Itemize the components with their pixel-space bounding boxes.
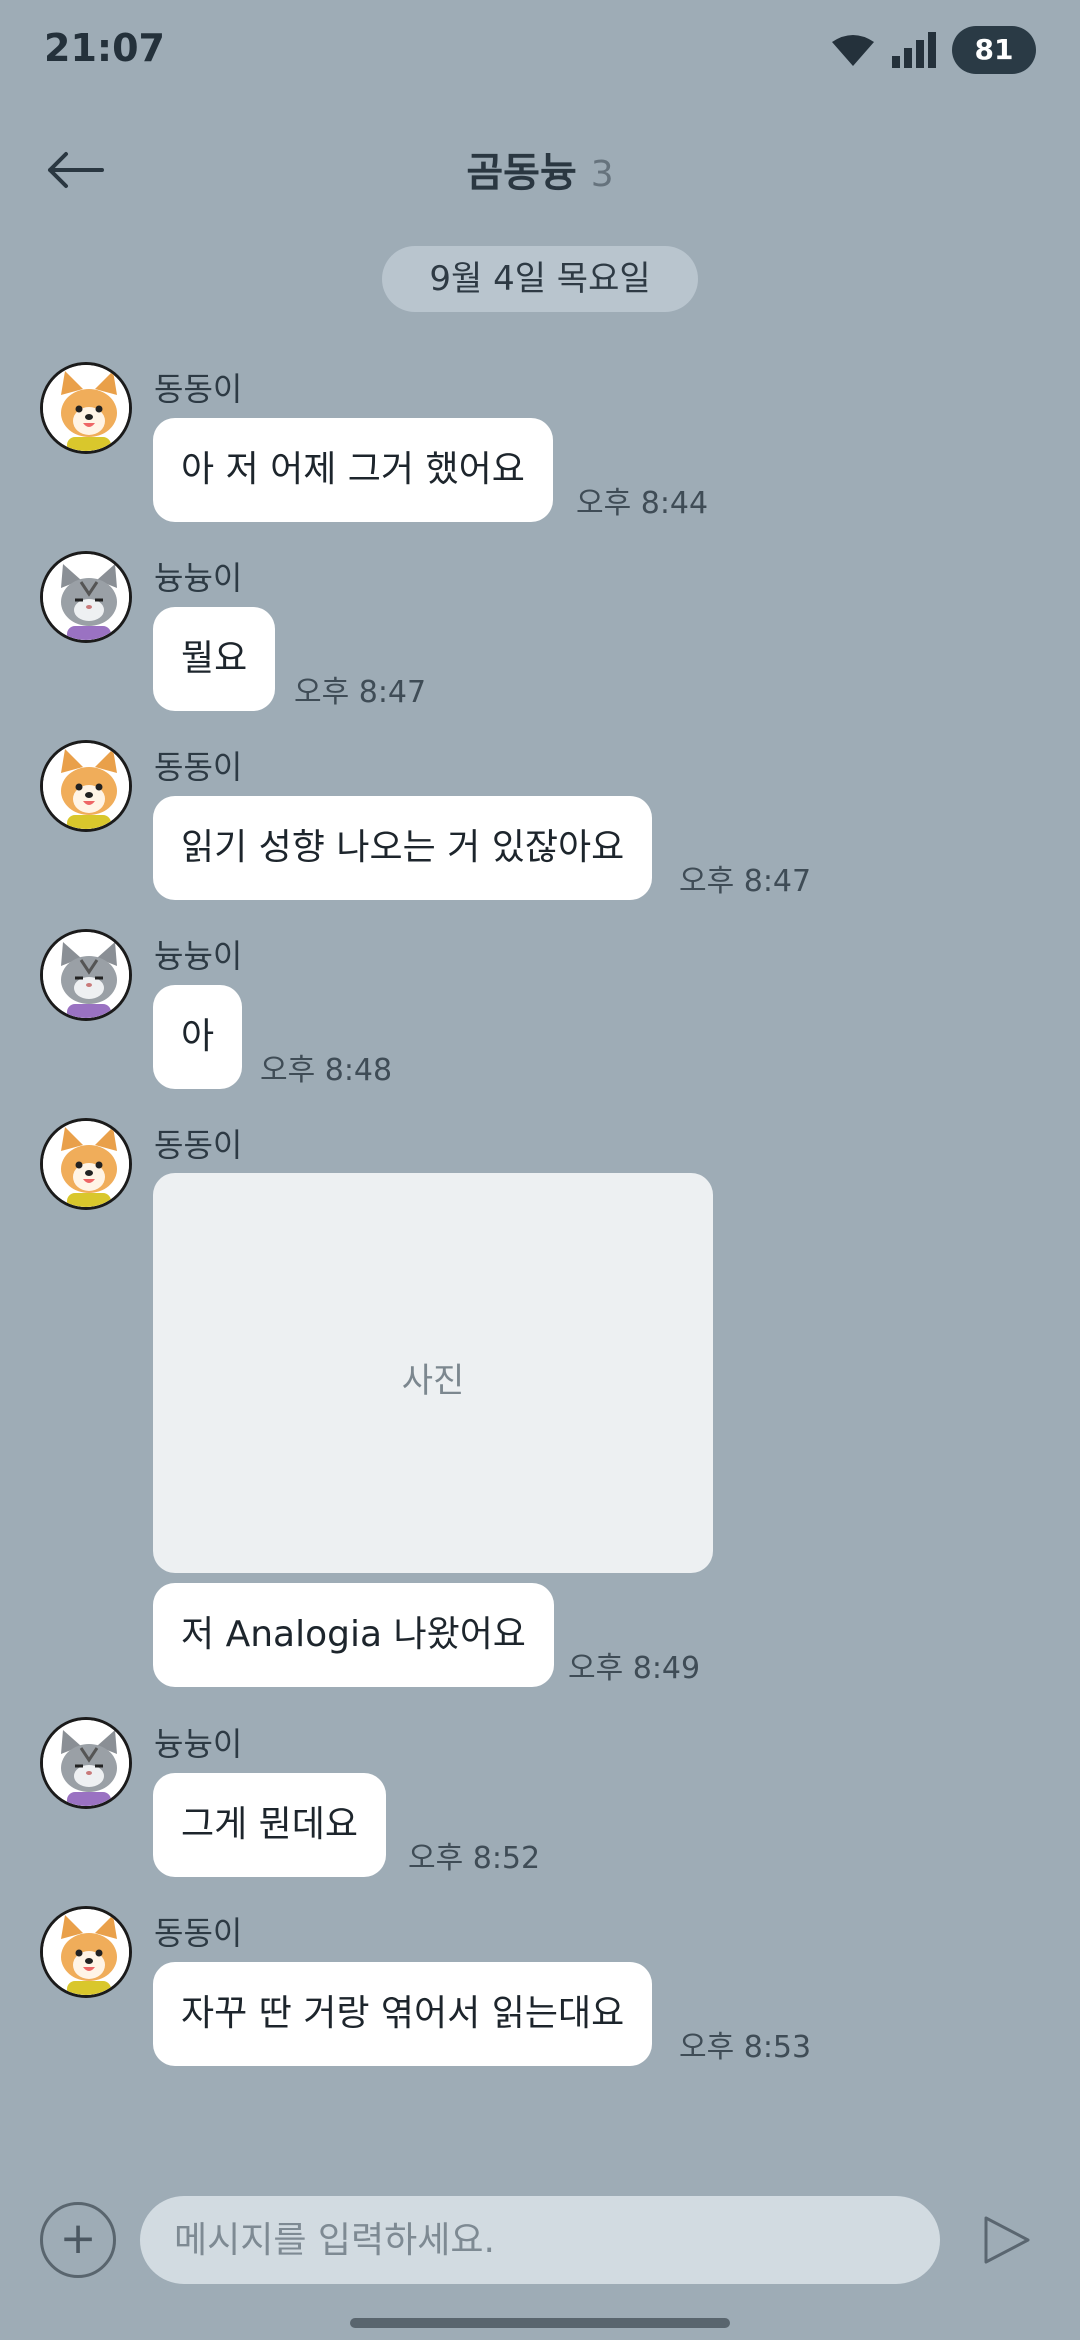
- dog-avatar-icon: [43, 365, 129, 451]
- sender-name: 늉늉이: [154, 937, 243, 975]
- send-icon[interactable]: [976, 2210, 1036, 2270]
- avatar-cat[interactable]: [40, 1717, 132, 1809]
- avatar-dog[interactable]: [40, 740, 132, 832]
- status-time: 21:07: [44, 26, 165, 70]
- add-attachment-button[interactable]: +: [40, 2202, 116, 2278]
- wifi-icon: [832, 35, 874, 66]
- sender-name: 늉늉이: [154, 1725, 243, 1763]
- message-time: 오후 8:47: [294, 675, 427, 710]
- avatar-dog[interactable]: [40, 362, 132, 454]
- title-wrap: 곰동늉 3: [0, 140, 1080, 198]
- message-time: 오후 8:53: [679, 2030, 812, 2065]
- photo-attachment[interactable]: 사진: [153, 1173, 713, 1573]
- cat-avatar-icon: [43, 554, 129, 640]
- sender-name: 동동이: [154, 370, 243, 408]
- room-title[interactable]: 곰동늉: [466, 150, 576, 196]
- message-time: 오후 8:48: [260, 1053, 393, 1088]
- avatar-dog[interactable]: [40, 1118, 132, 1210]
- photo-label: 사진: [401, 1361, 465, 1401]
- dog-avatar-icon: [43, 1121, 129, 1207]
- chat-header: 곰동늉 3: [0, 110, 1080, 220]
- home-indicator: [350, 2318, 730, 2328]
- avatar-cat[interactable]: [40, 929, 132, 1021]
- battery-indicator: 81: [952, 26, 1036, 74]
- sender-name: 늉늉이: [154, 559, 243, 597]
- avatar-dog[interactable]: [40, 1906, 132, 1998]
- sender-name: 동동이: [154, 1126, 243, 1164]
- avatar-cat[interactable]: [40, 551, 132, 643]
- date-divider: 9월 4일 목요일: [382, 246, 698, 312]
- message-time: 오후 8:49: [568, 1651, 701, 1686]
- message-bubble[interactable]: 아: [153, 985, 243, 1089]
- message-bubble[interactable]: 읽기 성향 나오는 거 있잖아요: [153, 796, 653, 900]
- message-bubble[interactable]: 아 저 어제 그거 했어요: [153, 418, 553, 522]
- dog-avatar-icon: [43, 743, 129, 829]
- cat-avatar-icon: [43, 932, 129, 1018]
- message-bubble[interactable]: 뭘요: [153, 607, 276, 711]
- message-bubble[interactable]: 그게 뭔데요: [153, 1773, 387, 1877]
- sender-name: 동동이: [154, 748, 243, 786]
- member-count: 3: [590, 154, 614, 195]
- cat-avatar-icon: [43, 1720, 129, 1806]
- dog-avatar-icon: [43, 1909, 129, 1995]
- status-bar: 21:07 81: [0, 0, 1080, 100]
- message-input[interactable]: [140, 2196, 940, 2284]
- message-bubble[interactable]: 저 Analogia 나왔어요: [153, 1583, 554, 1687]
- sender-name: 동동이: [154, 1914, 243, 1952]
- message-time: 오후 8:44: [576, 486, 709, 521]
- message-bubble[interactable]: 자꾸 딴 거랑 엮어서 읽는대요: [153, 1962, 653, 2066]
- message-time: 오후 8:52: [408, 1841, 541, 1876]
- message-time: 오후 8:47: [679, 864, 812, 899]
- signal-icon: [892, 32, 936, 68]
